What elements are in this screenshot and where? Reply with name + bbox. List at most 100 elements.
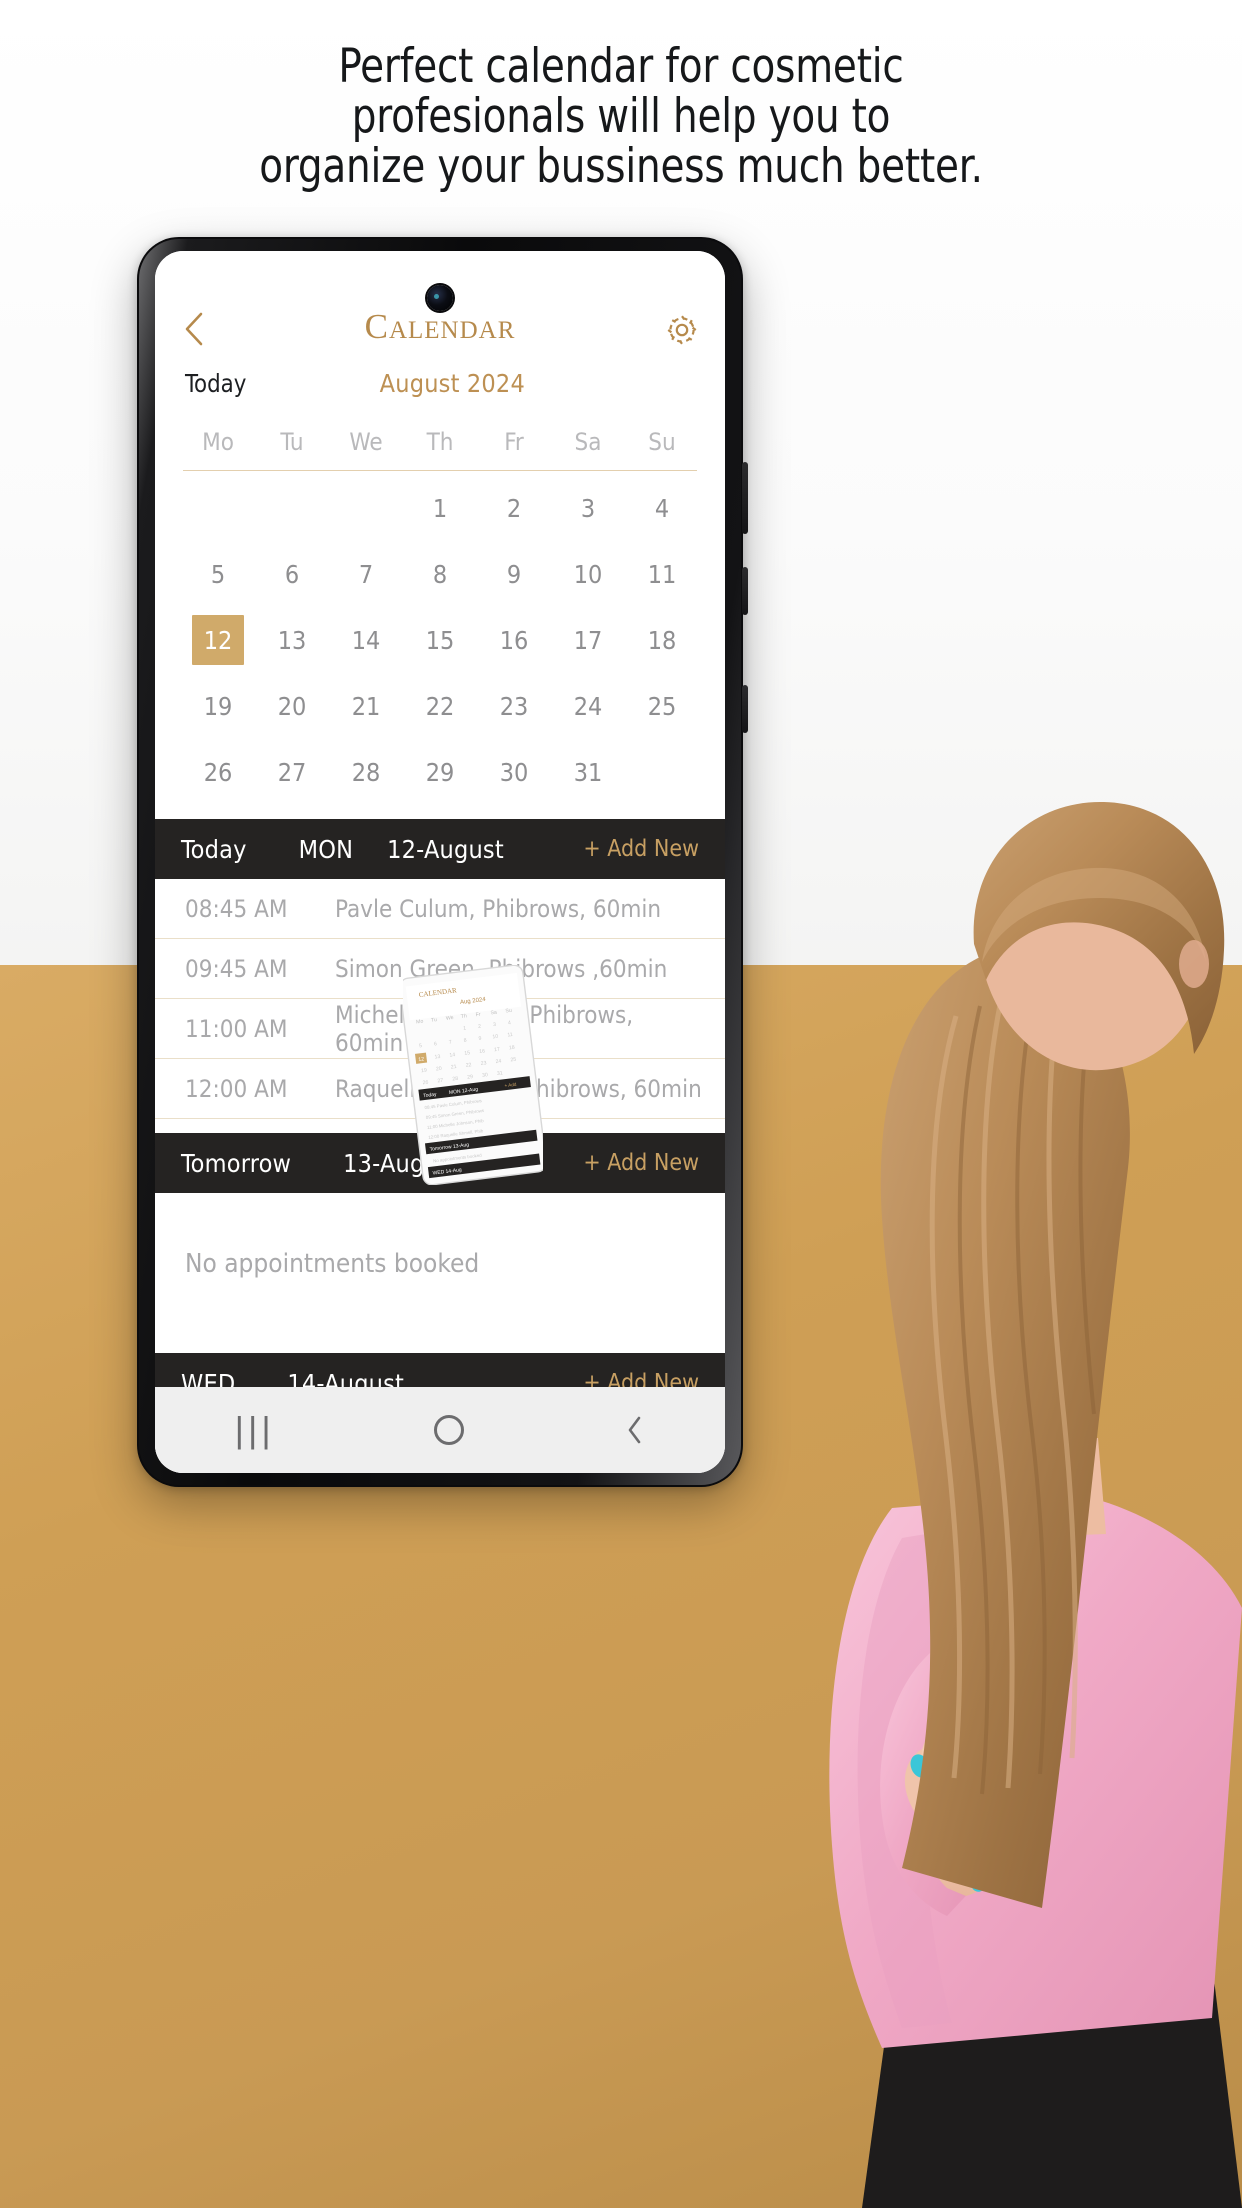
calendar-day-11[interactable]: 11 <box>625 549 699 599</box>
svg-text:17: 17 <box>494 1047 501 1054</box>
svg-text:18: 18 <box>509 1045 516 1052</box>
calendar-day-19[interactable]: 19 <box>181 681 255 731</box>
today-button[interactable]: Today <box>185 369 246 398</box>
calendar-day-24[interactable]: 24 <box>551 681 625 731</box>
phone-side-button-3[interactable] <box>742 685 748 733</box>
svg-text:19: 19 <box>421 1068 428 1075</box>
svg-text:28: 28 <box>452 1076 459 1083</box>
calendar-day-18[interactable]: 18 <box>625 615 699 665</box>
add-new-button[interactable]: + Add New <box>583 836 699 862</box>
calendar-day-23[interactable]: 23 <box>477 681 551 731</box>
headline-line-2: profesionals will help you to <box>351 89 891 144</box>
weekday-we: We <box>349 428 383 456</box>
phone-side-button-1[interactable] <box>742 462 748 534</box>
svg-text:26: 26 <box>422 1080 429 1087</box>
svg-text:Th: Th <box>460 1013 467 1020</box>
calendar-day-10[interactable]: 10 <box>551 549 625 599</box>
weekday-mo: Mo <box>202 428 234 456</box>
calendar-day-2[interactable]: 2 <box>477 483 551 533</box>
calendar-day-26[interactable]: 26 <box>181 747 255 797</box>
calendar-days: 1 2 3 4 5 6 7 8 9 10 11 12 13 14 15 16 17 18 19 20 21 22 23 24 2… <box>181 475 699 805</box>
svg-text:23: 23 <box>480 1060 487 1067</box>
svg-text:24: 24 <box>495 1058 502 1065</box>
svg-text:14: 14 <box>449 1052 456 1059</box>
appointment-time: 12:00 AM <box>185 1074 288 1103</box>
weekday-su: Su <box>648 428 676 456</box>
android-navigation-bar: ||| <box>155 1387 725 1473</box>
svg-text:15: 15 <box>464 1050 471 1057</box>
headline-line-3: organize your bussiness much better. <box>259 139 983 194</box>
front-camera-punchhole <box>427 285 453 311</box>
calendar-day-selected[interactable]: 12 <box>192 615 244 665</box>
calendar-day-empty <box>255 483 329 533</box>
calendar-day-16[interactable]: 16 <box>477 615 551 665</box>
appointment-time: 11:00 AM <box>185 1014 288 1043</box>
calendar-divider <box>183 470 697 471</box>
svg-text:Sa: Sa <box>490 1010 497 1017</box>
calendar-day-15[interactable]: 15 <box>403 615 477 665</box>
calendar-day-13[interactable]: 13 <box>255 615 329 665</box>
settings-button[interactable] <box>653 313 699 347</box>
svg-text:10: 10 <box>492 1034 499 1041</box>
appointment-time: 08:45 AM <box>185 894 288 923</box>
calendar-day-8[interactable]: 8 <box>403 549 477 599</box>
month-navigation-row: Today August 2024 <box>155 357 725 404</box>
weekday-tu: Tu <box>280 428 304 456</box>
calendar-day-20[interactable]: 20 <box>255 681 329 731</box>
calendar-day-21[interactable]: 21 <box>329 681 403 731</box>
page-title: Calendar <box>364 307 516 346</box>
weekday-header-row: Mo Tu We Th Fr Sa Su <box>181 418 699 470</box>
calendar-day-31[interactable]: 31 <box>551 747 625 797</box>
weekday-fr: Fr <box>504 428 524 456</box>
calendar-day-4[interactable]: 4 <box>625 483 699 533</box>
calendar-day-3[interactable]: 3 <box>551 483 625 533</box>
svg-text:31: 31 <box>497 1070 504 1077</box>
appointment-detail: Pavle Culum, Phibrows, 60min <box>335 894 662 923</box>
phone-screen: Calendar Today August 2024 Mo Tu We Th Fr Sa S… <box>155 251 725 1473</box>
recents-lines-icon[interactable]: ||| <box>235 1409 275 1451</box>
phone-mockup: Calendar Today August 2024 Mo Tu We Th Fr Sa S… <box>137 237 748 1487</box>
calendar-day-14[interactable]: 14 <box>329 615 403 665</box>
back-chevron-icon[interactable] <box>623 1415 645 1445</box>
svg-text:25: 25 <box>510 1057 517 1064</box>
calendar-grid: Mo Tu We Th Fr Sa Su 1 2 3 4 5 6 7 8 9 10 11 12 13 14 15 16 17… <box>155 404 725 805</box>
home-circle-icon[interactable] <box>434 1415 465 1445</box>
svg-text:30: 30 <box>482 1072 489 1079</box>
calendar-day-17[interactable]: 17 <box>551 615 625 665</box>
calendar-day-29[interactable]: 29 <box>403 747 477 797</box>
phone-side-button-2[interactable] <box>742 567 748 615</box>
current-month-label[interactable]: August 2024 <box>250 369 655 398</box>
svg-text:11: 11 <box>507 1032 513 1039</box>
calendar-day-1[interactable]: 1 <box>403 483 477 533</box>
calendar-day-25[interactable]: 25 <box>625 681 699 731</box>
calendar-day-5[interactable]: 5 <box>181 549 255 599</box>
calendar-day-9[interactable]: 9 <box>477 549 551 599</box>
back-button[interactable] <box>181 311 227 347</box>
svg-text:22: 22 <box>465 1062 472 1069</box>
svg-text:We: We <box>446 1015 454 1022</box>
agenda-day-label: Today <box>181 834 247 864</box>
svg-text:Mo: Mo <box>416 1019 424 1026</box>
svg-text:20: 20 <box>436 1066 443 1073</box>
weekday-th: Th <box>426 428 454 456</box>
gear-icon <box>667 315 697 345</box>
agenda-weekday-label: MON <box>298 834 354 864</box>
appointment-row[interactable]: 08:45 AM Pavle Culum, Phibrows, 60min <box>155 879 725 939</box>
calendar-day-empty <box>329 483 403 533</box>
agenda-day-label: Tomorrow <box>181 1148 292 1178</box>
chevron-left-icon <box>185 312 203 346</box>
headline: Perfect calendar for cosmetic profesiona… <box>0 42 1242 192</box>
calendar-day-6[interactable]: 6 <box>255 549 329 599</box>
model-photo-woman <box>742 748 1242 2208</box>
calendar-day-27[interactable]: 27 <box>255 747 329 797</box>
calendar-day-7[interactable]: 7 <box>329 549 403 599</box>
svg-text:29: 29 <box>467 1074 474 1081</box>
svg-text:13: 13 <box>434 1054 441 1061</box>
calendar-day-30[interactable]: 30 <box>477 747 551 797</box>
add-new-button[interactable]: + Add New <box>583 1150 699 1176</box>
appointment-time: 09:45 AM <box>185 954 288 983</box>
svg-text:16: 16 <box>479 1048 486 1055</box>
calendar-day-28[interactable]: 28 <box>329 747 403 797</box>
svg-text:21: 21 <box>451 1064 458 1071</box>
calendar-day-22[interactable]: 22 <box>403 681 477 731</box>
